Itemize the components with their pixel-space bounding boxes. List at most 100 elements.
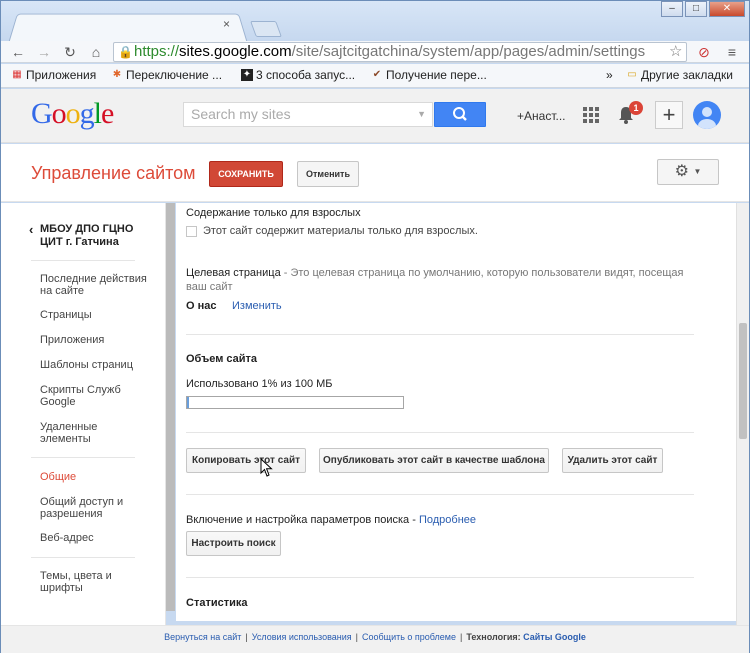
bookmark-label: Приложения	[26, 68, 97, 82]
search-more-link[interactable]: Подробнее	[419, 514, 476, 526]
logo-letter: e	[101, 97, 114, 130]
avatar[interactable]	[693, 101, 721, 129]
main-scrollbar[interactable]	[736, 203, 749, 625]
new-tab-button[interactable]	[250, 21, 282, 37]
page-title: Управление сайтом	[31, 163, 196, 183]
menu-icon[interactable]: ≡	[723, 43, 741, 61]
page-header: Управление сайтом СОХРАНИТЬ Отменить ⚙ ▼	[1, 144, 749, 202]
footer-separator: |	[355, 632, 358, 642]
sidebar-item-web-address[interactable]: Веб-адрес	[40, 532, 150, 544]
title-bar: × – □ ✕	[1, 1, 749, 42]
sidebar-divider	[31, 457, 135, 458]
bookmark-label: Получение пере...	[386, 68, 487, 82]
bookmark-ways[interactable]: ✦ 3 способа запус...	[241, 68, 355, 82]
landing-page-name: О нас	[186, 300, 217, 312]
close-button[interactable]: ✕	[709, 1, 745, 17]
bookmark-switch[interactable]: ✱ Переключение ...	[111, 68, 222, 82]
delete-site-button[interactable]: Удалить этот сайт	[562, 448, 663, 473]
landing-section: Целевая страница - Это целевая страница …	[186, 266, 706, 294]
search-settings-line: Включение и настройка параметров поиска …	[186, 513, 476, 527]
google-bar: Google Search my sites ▼ +Анаст... 1 +	[1, 89, 749, 143]
search-placeholder: Search my sites	[191, 106, 291, 122]
extension-icon[interactable]: ⊘	[695, 43, 713, 61]
search-settings-text: Включение и настройка параметров поиска …	[186, 514, 419, 526]
bookmark-label: 3 способа запус...	[256, 68, 356, 82]
logo-letter: o	[65, 97, 81, 130]
browser-tab[interactable]	[8, 13, 248, 42]
section-divider	[186, 432, 694, 433]
url-scheme: https://	[134, 43, 180, 60]
sidebar-site-link[interactable]: ‹ МБОУ ДПО ГЦНО ЦИТ г. Гатчина	[29, 223, 159, 249]
report-link[interactable]: Сообщить о проблеме	[362, 632, 456, 642]
window-controls: – □ ✕	[661, 1, 745, 17]
address-bar[interactable]: 🔒 https://sites.google.com/site/sajtcitga…	[113, 42, 687, 62]
other-bookmarks[interactable]: ▭ Другие закладки	[626, 68, 733, 82]
sidebar: ‹ МБОУ ДПО ГЦНО ЦИТ г. Гатчина Последние…	[1, 203, 166, 625]
share-plus-button[interactable]: +	[655, 101, 683, 129]
forward-arrow-icon[interactable]: →	[35, 43, 53, 61]
change-landing-link[interactable]: Изменить	[232, 299, 282, 313]
tech-label: Технология:	[466, 632, 521, 642]
user-name-link[interactable]: +Анаст...	[517, 109, 565, 123]
bookmark-star-icon[interactable]: ☆	[669, 42, 682, 60]
save-button[interactable]: СОХРАНИТЬ	[209, 161, 283, 187]
sidebar-item-page-templates[interactable]: Шаблоны страниц	[40, 359, 150, 371]
sidebar-item-themes[interactable]: Темы, цвета и шрифты	[40, 570, 130, 594]
sidebar-item-recent-activity[interactable]: Последние действия на сайте	[40, 273, 150, 297]
back-to-site-link[interactable]: Вернуться на сайт	[164, 632, 241, 642]
url-host: sites.google.com	[179, 43, 292, 60]
size-section-title: Объем сайта	[186, 353, 258, 365]
star-logo-icon: ✦	[241, 69, 253, 81]
notification-badge: 1	[629, 101, 643, 115]
bookmarks-bar: ▦ Приложения ✱ Переключение ... ✦ 3 способа…	[1, 64, 749, 88]
bookmark-receive[interactable]: ✔ Получение пере...	[371, 68, 487, 82]
settings-menu-button[interactable]: ⚙ ▼	[657, 159, 719, 185]
gear-icon: ⚙	[674, 163, 689, 181]
back-arrow-icon[interactable]: ←	[9, 43, 27, 61]
publish-template-button[interactable]: Опубликовать этот сайт в качестве шаблон…	[319, 448, 549, 473]
search-input[interactable]: Search my sites ▼	[183, 102, 433, 127]
apps-grid-button[interactable]	[583, 107, 599, 123]
home-icon[interactable]: ⌂	[87, 43, 105, 61]
section-divider	[186, 577, 694, 578]
search-button[interactable]	[434, 102, 486, 127]
google-logo[interactable]: Google	[31, 97, 114, 131]
configure-search-button[interactable]: Настроить поиск	[186, 531, 281, 556]
other-bookmarks-label: Другие закладки	[641, 68, 733, 82]
sidebar-item-deleted[interactable]: Удаленные элементы	[40, 421, 110, 445]
google-sites-link[interactable]: Сайты Google	[523, 632, 586, 642]
maximize-button[interactable]: □	[685, 1, 707, 17]
sidebar-scrollbar[interactable]	[166, 203, 175, 611]
sidebar-divider	[31, 557, 135, 558]
tab-close-icon[interactable]: ×	[223, 17, 230, 31]
chevron-left-icon: ‹	[29, 222, 34, 237]
folder-icon: ▭	[627, 69, 637, 80]
sidebar-item-scripts[interactable]: Скрипты Служб Google	[40, 384, 130, 408]
logo-letter: o	[51, 97, 67, 130]
sidebar-item-apps[interactable]: Приложения	[40, 334, 150, 346]
copy-site-button[interactable]: Копировать этот сайт	[186, 448, 306, 473]
adult-checkbox-label: Этот сайт содержит материалы только для …	[203, 225, 478, 237]
sidebar-item-pages[interactable]: Страницы	[40, 309, 150, 321]
chevron-down-icon: ▼	[693, 167, 702, 176]
lock-icon: 🔒	[118, 45, 133, 59]
bookmark-label: Переключение ...	[126, 68, 223, 82]
settings-content: Содержание только для взрослых Этот сайт…	[176, 203, 736, 621]
cancel-button[interactable]: Отменить	[297, 161, 359, 187]
adult-section-title: Содержание только для взрослых	[186, 207, 361, 219]
bookmarks-overflow[interactable]: »	[606, 68, 613, 82]
joomla-icon: ✱	[112, 69, 122, 80]
minimize-button[interactable]: –	[661, 1, 683, 17]
scrollbar-thumb[interactable]	[739, 323, 747, 439]
sidebar-item-sharing[interactable]: Общий доступ и разрешения	[40, 496, 140, 520]
terms-link[interactable]: Условия использования	[252, 632, 352, 642]
bookmark-apps[interactable]: ▦ Приложения	[11, 68, 96, 82]
reload-icon[interactable]: ↻	[61, 43, 79, 61]
usage-text: Использовано 1% из 100 МБ	[186, 378, 333, 390]
logo-letter: l	[93, 97, 102, 130]
adult-content-checkbox[interactable]	[186, 226, 197, 237]
landing-section-title: Целевая страница	[186, 267, 281, 279]
sidebar-item-general[interactable]: Общие	[40, 471, 150, 483]
browser-window: × – □ ✕ ← → ↻ ⌂ 🔒 https://sites.google.co…	[0, 0, 750, 653]
search-dropdown-icon[interactable]: ▼	[417, 103, 426, 126]
